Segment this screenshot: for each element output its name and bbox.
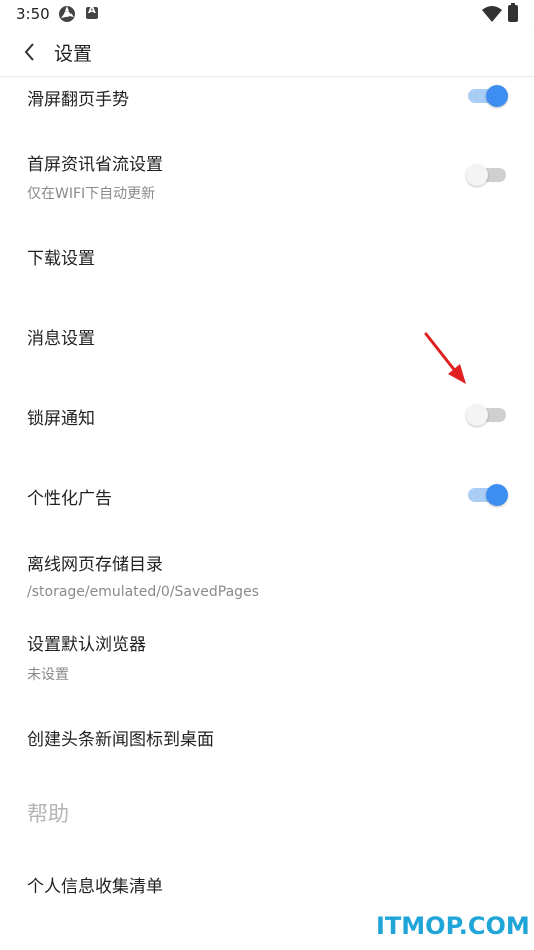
setting-title: 离线网页存储目录 [27,555,163,575]
setting-title: 下载设置 [27,249,95,269]
status-time: 3:50 [16,5,50,23]
setting-title: 个性化广告 [27,489,112,509]
wifi-icon [482,6,502,22]
page-title: 设置 [54,43,93,65]
setting-desktop-icon[interactable]: 创建头条新闻图标到桌面 [0,712,534,762]
lockscreen-toggle[interactable] [466,403,508,426]
setting-data-saver[interactable]: 首屏资讯省流设置 仅在WIFI下自动更新 [0,140,534,210]
annotation-arrow-icon [424,332,466,384]
help-section-header: 帮助 [0,788,534,838]
chevron-left-icon[interactable] [20,40,40,64]
setting-title: 滑屏翻页手势 [27,90,129,110]
toggle-knob [466,164,488,186]
app-bar: 设置 [0,28,534,77]
setting-offline-directory[interactable]: 离线网页存储目录 /storage/emulated/0/SavedPages [0,542,534,612]
setting-title: 消息设置 [27,329,95,349]
setting-title: 创建头条新闻图标到桌面 [27,730,214,750]
setting-download[interactable]: 下载设置 [0,230,534,280]
setting-title: 个人信息收集清单 [27,877,163,897]
setting-personal-info-list[interactable]: 个人信息收集清单 [0,858,534,908]
swipe-gesture-toggle[interactable] [466,84,508,107]
setting-title: 锁屏通知 [27,409,95,429]
sync-icon [59,6,75,22]
setting-personalized-ads[interactable]: 个性化广告 [0,470,534,520]
personalized-ads-toggle[interactable] [466,483,508,506]
toggle-knob [486,85,508,107]
setting-title: 首屏资讯省流设置 [27,155,163,175]
setting-lockscreen-notification[interactable]: 锁屏通知 [0,390,534,440]
toggle-knob [466,404,488,426]
toggle-knob [486,484,508,506]
setting-subtitle: 未设置 [27,667,69,683]
setting-subtitle: /storage/emulated/0/SavedPages [27,584,259,600]
section-title: 帮助 [27,802,69,826]
battery-charging-icon [508,3,518,22]
setting-title: 设置默认浏览器 [27,635,146,655]
setting-subtitle: 仅在WIFI下自动更新 [27,186,156,202]
setting-default-browser[interactable]: 设置默认浏览器 未设置 [0,622,534,692]
status-bar: 3:50 [0,0,534,28]
watermark-logo: ITMOP.COM [376,912,530,940]
setting-swipe-gesture[interactable]: 滑屏翻页手势 [0,76,534,116]
a-badge-icon [86,5,98,19]
data-saver-toggle[interactable] [466,163,508,186]
